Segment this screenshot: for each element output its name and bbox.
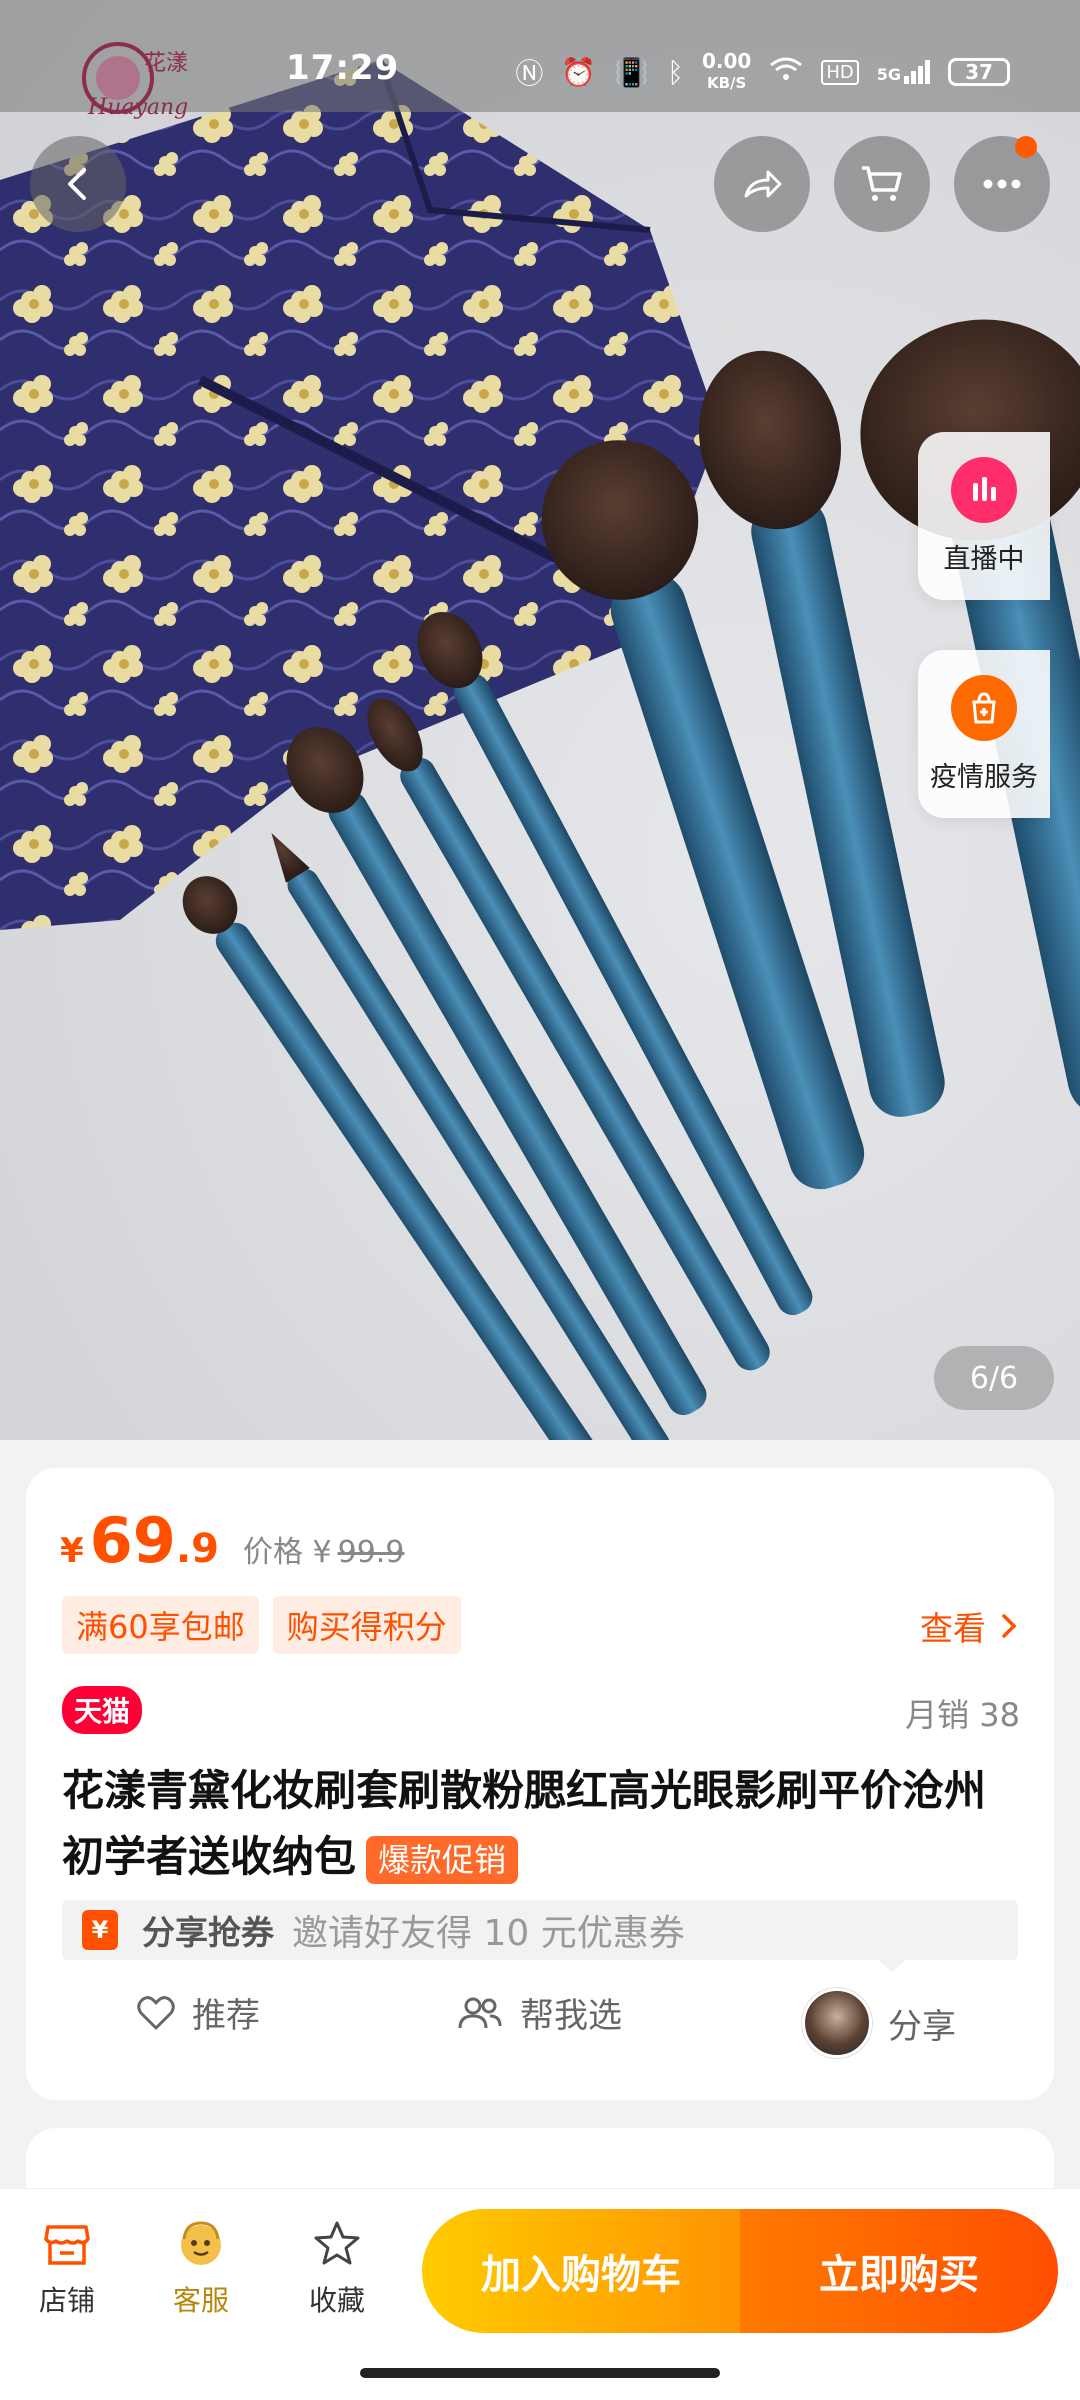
monthly-sales: 月销 38 xyxy=(905,1696,1020,1734)
original-price-label: 价格 ¥ xyxy=(242,1535,332,1570)
share-caret xyxy=(876,1958,908,1972)
original-price: 99.9 xyxy=(337,1535,405,1570)
live-icon xyxy=(951,456,1017,523)
view-promotions-link[interactable]: 查看 xyxy=(920,1602,1020,1650)
more-dots-icon xyxy=(983,179,1021,189)
product-title-text: 花漾青黛化妆刷套刷散粉腮红高光眼影刷平价沧州初学者送收纳包 xyxy=(62,1766,987,1881)
product-title: 花漾青黛化妆刷套刷散粉腮红高光眼影刷平价沧州初学者送收纳包 爆款促销 xyxy=(62,1758,1022,1890)
avatar xyxy=(802,1988,872,2058)
service-mascot-icon xyxy=(181,2221,221,2265)
service-label: 客服 xyxy=(172,2284,229,2317)
alarm-icon: ⏰ xyxy=(561,55,597,89)
live-label: 直播中 xyxy=(943,543,1025,575)
chevron-right-icon xyxy=(1002,1614,1017,1638)
star-icon xyxy=(314,2221,360,2265)
shop-button[interactable]: 店铺 xyxy=(12,2217,122,2319)
share-label: 分享 xyxy=(888,2006,956,2047)
status-icons: Ⓝ ⏰ 📳 ᛒ 0.00 KB/S HD 5G 37 xyxy=(515,50,1010,94)
buy-now-button[interactable]: 立即购买 xyxy=(740,2209,1058,2333)
cart-button[interactable] xyxy=(834,136,930,232)
net-speed: 0.00 KB/S xyxy=(702,50,751,94)
people-icon xyxy=(458,1997,502,2028)
add-to-cart-button[interactable]: 加入购物车 xyxy=(422,2209,740,2333)
recommend-label: 推荐 xyxy=(192,1996,260,2036)
heart-icon xyxy=(137,1995,175,2029)
share-coupon-desc: 邀请好友得 10 元优惠券 xyxy=(292,1913,685,1954)
chevron-left-icon xyxy=(68,168,86,200)
help-choose-button[interactable]: 帮我选 xyxy=(456,1988,622,2037)
action-row: 推荐 帮我选 分享 xyxy=(26,1988,1054,2068)
net-speed-value: 0.00 xyxy=(701,49,752,73)
gallery-counter: 6/6 xyxy=(934,1346,1054,1410)
hot-sale-badge: 爆款促销 xyxy=(366,1835,519,1884)
brand-logo: 花漾 Huayang xyxy=(82,42,188,120)
customer-service-button[interactable]: 客服 xyxy=(146,2217,256,2319)
epidemic-service-label: 疫情服务 xyxy=(930,761,1038,793)
favorite-label: 收藏 xyxy=(308,2284,365,2317)
coupon-icon: ¥ xyxy=(82,1910,118,1950)
currency-symbol: ¥ xyxy=(60,1531,84,1571)
bluetooth-icon: ᛒ xyxy=(667,55,684,89)
home-indicator[interactable] xyxy=(360,2368,720,2378)
favorite-button[interactable]: 收藏 xyxy=(282,2217,392,2319)
signal-type: 5G xyxy=(876,65,901,84)
shield-bag-icon xyxy=(951,674,1017,741)
product-info-card: ¥ 69 .9 价格 ¥ 99.9 满60享包邮 购买得积分 查看 天猫 月销 … xyxy=(26,1468,1054,2100)
net-speed-unit: KB/S xyxy=(706,74,747,92)
promo-tag[interactable]: 购买得积分 xyxy=(272,1596,461,1654)
nfc-icon: Ⓝ xyxy=(515,57,544,90)
share-button[interactable] xyxy=(714,136,810,232)
brand-logo-chars: 花漾 xyxy=(144,51,188,76)
share-coupon-label: 分享抢券 xyxy=(142,1913,274,1952)
promo-tag[interactable]: 满60享包邮 xyxy=(62,1596,259,1654)
recommend-button[interactable]: 推荐 xyxy=(136,1988,260,2037)
brand-logo-text: Huayang xyxy=(87,95,188,120)
share-friend-button[interactable]: 分享 xyxy=(802,1988,956,2058)
price-row: ¥ 69 .9 价格 ¥ 99.9 xyxy=(60,1504,404,1577)
battery-level: 37 xyxy=(965,60,993,84)
shop-label: 店铺 xyxy=(38,2284,95,2317)
price-decimal: .9 xyxy=(175,1526,219,1572)
battery-icon: 37 xyxy=(948,58,1010,86)
share-coupon-bar[interactable]: ¥ 分享抢券 邀请好友得 10 元优惠券 xyxy=(62,1900,1018,1960)
price-integer: 69 xyxy=(89,1504,176,1577)
store-icon xyxy=(44,2225,90,2265)
live-stream-button[interactable]: 直播中 xyxy=(918,432,1050,600)
status-time: 17:29 xyxy=(286,48,400,88)
back-button[interactable] xyxy=(30,136,126,232)
product-image-gallery[interactable]: 17:29 Ⓝ ⏰ 📳 ᛒ 0.00 KB/S HD 5G 37 花漾 Huay… xyxy=(0,0,1080,1440)
epidemic-service-button[interactable]: 疫情服务 xyxy=(918,650,1050,818)
vibrate-icon: 📳 xyxy=(614,55,650,89)
help-choose-label: 帮我选 xyxy=(520,1996,622,2036)
promo-tags[interactable]: 满60享包邮 购买得积分 xyxy=(62,1596,461,1654)
hd-badge: HD xyxy=(821,59,859,85)
cart-icon xyxy=(862,166,902,201)
signal-icon: 5G xyxy=(877,60,930,84)
view-label: 查看 xyxy=(920,1609,986,1648)
purchase-buttons: 加入购物车 立即购买 xyxy=(422,2209,1058,2333)
share-arrow-icon xyxy=(744,170,782,198)
wifi-icon xyxy=(769,55,803,90)
notification-dot xyxy=(1015,136,1037,158)
tmall-badge: 天猫 xyxy=(62,1686,143,1734)
